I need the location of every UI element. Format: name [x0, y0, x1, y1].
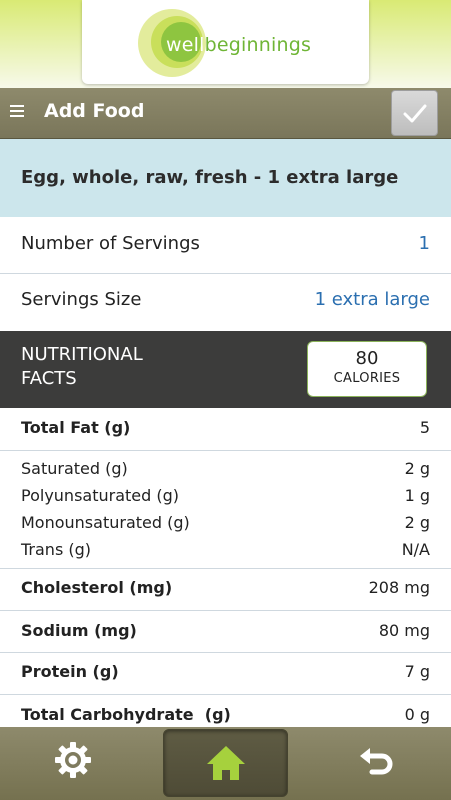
saturated-fat-label: Saturated (g) — [21, 459, 128, 478]
home-icon[interactable] — [205, 743, 247, 783]
carbohydrate-value: 0 g — [404, 705, 430, 724]
polyunsaturated-fat-value: 1 g — [404, 486, 430, 505]
fat-breakdown-group: Saturated (g) 2 g Polyunsaturated (g) 1 … — [0, 451, 451, 569]
serving-size-label: Servings Size — [21, 289, 142, 310]
sodium-label: Sodium (mg) — [21, 621, 137, 640]
total-fat-value: 5 — [419, 418, 430, 437]
nutrition-heading-line1: NUTRITIONAL — [21, 344, 143, 365]
number-of-servings-row[interactable]: Number of Servings 1 — [0, 217, 451, 274]
polyunsaturated-fat-label: Polyunsaturated (g) — [21, 486, 179, 505]
protein-label: Protein (g) — [21, 662, 119, 681]
calories-value: 80 — [355, 348, 379, 369]
number-of-servings-label: Number of Servings — [21, 233, 200, 254]
carbohydrate-label: Total Carbohydrate (g) — [21, 705, 231, 724]
serving-size-row[interactable]: Servings Size 1 extra large — [0, 274, 451, 331]
gear-icon[interactable] — [53, 740, 93, 780]
cholesterol-label: Cholesterol (mg) — [21, 578, 173, 597]
monounsaturated-fat-value: 2 g — [404, 513, 430, 532]
protein-row: Protein (g) 7 g — [0, 653, 451, 695]
trans-fat-value: N/A — [401, 540, 430, 559]
undo-back-icon[interactable] — [356, 740, 396, 778]
calories-unit: CALORIES — [333, 371, 401, 386]
trans-fat-label: Trans (g) — [21, 540, 92, 559]
total-fat-row: Total Fat (g) 5 — [0, 408, 451, 451]
monounsaturated-fat-label: Monounsaturated (g) — [21, 513, 190, 532]
logo-wordmark: wellbeginnings — [166, 34, 311, 56]
protein-value: 7 g — [404, 662, 430, 681]
food-name-banner: Egg, whole, raw, fresh - 1 extra large — [0, 139, 451, 217]
sodium-row: Sodium (mg) 80 mg — [0, 611, 451, 653]
total-fat-label: Total Fat (g) — [21, 418, 131, 437]
title-bar: Add Food — [0, 88, 451, 139]
confirm-button[interactable] — [391, 90, 438, 136]
logo-part-beginnings: beginnings — [204, 34, 312, 56]
nutrition-heading-line2: FACTS — [21, 368, 77, 389]
number-of-servings-value[interactable]: 1 — [419, 233, 430, 254]
food-name: Egg, whole, raw, fresh - 1 extra large — [21, 167, 399, 188]
hamburger-menu-icon[interactable] — [10, 105, 24, 119]
logo-card: wellbeginnings — [82, 0, 369, 84]
cholesterol-value: 208 mg — [368, 578, 430, 597]
saturated-fat-value: 2 g — [404, 459, 430, 478]
carbohydrate-row: Total Carbohydrate (g) 0 g — [0, 695, 451, 727]
serving-size-value[interactable]: 1 extra large — [315, 289, 430, 310]
cholesterol-row: Cholesterol (mg) 208 mg — [0, 569, 451, 611]
page-title: Add Food — [44, 100, 145, 122]
sodium-value: 80 mg — [378, 621, 430, 640]
logo-part-well: well — [166, 34, 205, 56]
checkmark-icon — [403, 104, 427, 123]
nutrition-facts-title: NUTRITIONAL FACTS — [21, 343, 171, 391]
calories-box: 80 CALORIES — [307, 341, 427, 397]
